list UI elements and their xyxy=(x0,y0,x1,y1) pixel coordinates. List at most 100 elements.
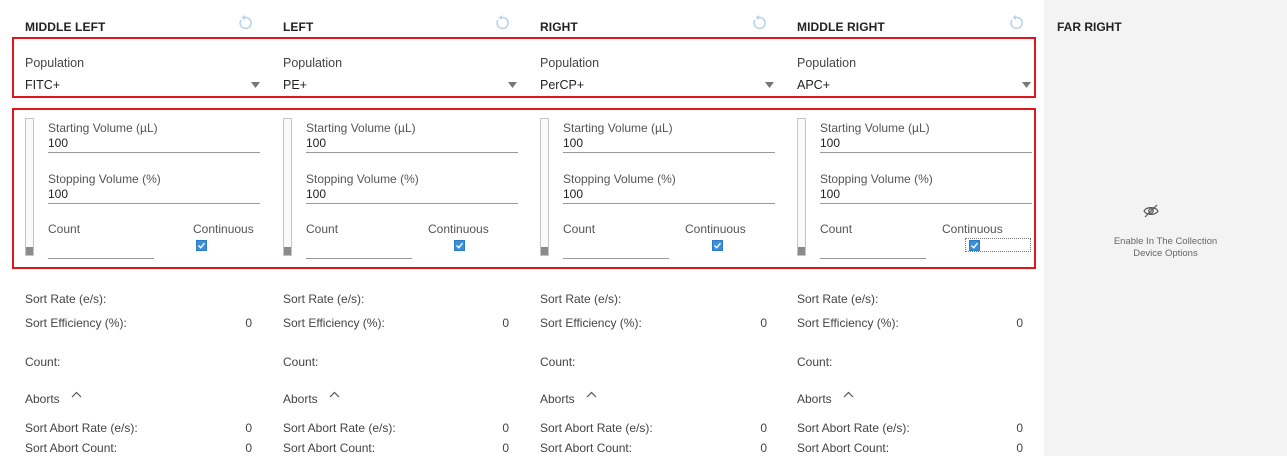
column-left: LEFT Population PE+ Starting Volume (µL)… xyxy=(283,0,518,456)
sort-abort-rate-label: Sort Abort Rate (e/s): xyxy=(25,421,138,435)
checkmark-icon xyxy=(714,242,722,249)
chevron-up-icon xyxy=(843,391,854,398)
column-middle-right: MIDDLE RIGHT Population APC+ Starting Vo… xyxy=(797,0,1032,456)
volume-level-fill xyxy=(284,247,291,255)
sort-abort-count-label: Sort Abort Count: xyxy=(283,441,376,455)
continuous-label: Continuous xyxy=(428,222,489,236)
aborts-label: Aborts xyxy=(540,392,575,406)
count-stat-label: Count: xyxy=(540,355,576,369)
aborts-toggle[interactable]: Aborts xyxy=(797,391,854,406)
column-right: RIGHT Population PerCP+ Starting Volume … xyxy=(540,0,775,456)
volume-level-fill xyxy=(541,247,548,255)
sort-efficiency-value: 0 xyxy=(1016,316,1023,330)
chevron-down-icon xyxy=(1022,82,1031,88)
column-middle-left: MIDDLE LEFT Population FITC+ Starting Vo… xyxy=(25,0,260,456)
volume-level-bar xyxy=(25,118,34,256)
starting-volume-field: Starting Volume (µL) 100 xyxy=(820,121,1032,153)
stopping-volume-input[interactable]: 100 xyxy=(306,186,518,204)
volume-level-bar xyxy=(540,118,549,256)
stopping-volume-field: Stopping Volume (%) 100 xyxy=(48,172,260,204)
stopping-volume-field: Stopping Volume (%) 100 xyxy=(563,172,775,204)
stopping-volume-label: Stopping Volume (%) xyxy=(563,172,676,186)
count-input[interactable] xyxy=(820,242,926,259)
starting-volume-label: Starting Volume (µL) xyxy=(820,121,930,135)
count-input[interactable] xyxy=(563,242,669,259)
count-label: Count xyxy=(820,222,853,236)
chevron-down-icon xyxy=(765,82,774,88)
population-dropdown[interactable]: APC+ xyxy=(797,76,1031,96)
sort-abort-rate-label: Sort Abort Rate (e/s): xyxy=(283,421,396,435)
continuous-label: Continuous xyxy=(193,222,254,236)
continuous-checkbox[interactable] xyxy=(454,240,465,251)
reset-icon[interactable] xyxy=(1007,14,1025,32)
continuous-checkbox[interactable] xyxy=(969,240,980,251)
sort-efficiency-value: 0 xyxy=(502,316,509,330)
starting-volume-label: Starting Volume (µL) xyxy=(306,121,416,135)
stopping-volume-input[interactable]: 100 xyxy=(563,186,775,204)
far-right-title: FAR RIGHT xyxy=(1057,20,1122,34)
stopping-volume-input[interactable]: 100 xyxy=(820,186,1032,204)
starting-volume-field: Starting Volume (µL) 100 xyxy=(563,121,775,153)
population-dropdown[interactable]: PerCP+ xyxy=(540,76,774,96)
far-right-message-line2: Device Options xyxy=(1133,248,1198,259)
sort-abort-rate-value: 0 xyxy=(760,421,767,435)
population-value: FITC+ xyxy=(25,78,61,92)
volume-level-bar xyxy=(797,118,806,256)
volume-level-fill xyxy=(798,247,805,255)
population-dropdown[interactable]: PE+ xyxy=(283,76,517,96)
stopping-volume-label: Stopping Volume (%) xyxy=(306,172,419,186)
aborts-label: Aborts xyxy=(797,392,832,406)
chevron-down-icon xyxy=(251,82,260,88)
volume-level-fill xyxy=(26,247,33,255)
aborts-toggle[interactable]: Aborts xyxy=(540,391,597,406)
stopping-volume-input[interactable]: 100 xyxy=(48,186,260,204)
sort-efficiency-label: Sort Efficiency (%): xyxy=(540,316,642,330)
sort-abort-count-value: 0 xyxy=(502,441,509,455)
aborts-label: Aborts xyxy=(25,392,60,406)
population-label: Population xyxy=(283,56,343,70)
continuous-checkbox[interactable] xyxy=(712,240,723,251)
count-input[interactable] xyxy=(48,242,154,259)
population-value: APC+ xyxy=(797,78,831,92)
continuous-checkbox[interactable] xyxy=(196,240,207,251)
count-stat-label: Count: xyxy=(797,355,833,369)
reset-icon[interactable] xyxy=(236,14,254,32)
population-value: PerCP+ xyxy=(540,78,585,92)
sort-abort-rate-label: Sort Abort Rate (e/s): xyxy=(540,421,653,435)
population-dropdown[interactable]: FITC+ xyxy=(25,76,260,96)
sort-abort-rate-label: Sort Abort Rate (e/s): xyxy=(797,421,910,435)
far-right-message-line1: Enable In The Collection xyxy=(1113,236,1218,247)
chevron-down-icon xyxy=(508,82,517,88)
reset-icon[interactable] xyxy=(750,14,768,32)
continuous-label: Continuous xyxy=(942,222,1003,236)
aborts-label: Aborts xyxy=(283,392,318,406)
count-input[interactable] xyxy=(306,242,412,259)
stopping-volume-field: Stopping Volume (%) 100 xyxy=(820,172,1032,204)
starting-volume-label: Starting Volume (µL) xyxy=(48,121,158,135)
aborts-toggle[interactable]: Aborts xyxy=(25,391,82,406)
population-value: PE+ xyxy=(283,78,307,92)
chevron-up-icon xyxy=(586,391,597,398)
sort-efficiency-label: Sort Efficiency (%): xyxy=(283,316,385,330)
chevron-up-icon xyxy=(329,391,340,398)
checkmark-icon xyxy=(198,242,206,249)
stopping-volume-field: Stopping Volume (%) 100 xyxy=(306,172,518,204)
sort-abort-count-value: 0 xyxy=(1016,441,1023,455)
count-label: Count xyxy=(563,222,596,236)
sort-abort-count-label: Sort Abort Count: xyxy=(797,441,890,455)
starting-volume-input[interactable]: 100 xyxy=(48,135,260,153)
sort-abort-rate-value: 0 xyxy=(502,421,509,435)
count-label: Count xyxy=(48,222,81,236)
stopping-volume-label: Stopping Volume (%) xyxy=(48,172,161,186)
starting-volume-input[interactable]: 100 xyxy=(820,135,1032,153)
population-label: Population xyxy=(797,56,857,70)
column-title: MIDDLE RIGHT xyxy=(797,20,885,34)
sort-rate-label: Sort Rate (e/s): xyxy=(797,292,879,306)
starting-volume-field: Starting Volume (µL) 100 xyxy=(48,121,260,153)
starting-volume-input[interactable]: 100 xyxy=(306,135,518,153)
starting-volume-input[interactable]: 100 xyxy=(563,135,775,153)
count-stat-label: Count: xyxy=(283,355,319,369)
aborts-toggle[interactable]: Aborts xyxy=(283,391,340,406)
far-right-panel: FAR RIGHT xyxy=(1044,0,1287,456)
reset-icon[interactable] xyxy=(493,14,511,32)
